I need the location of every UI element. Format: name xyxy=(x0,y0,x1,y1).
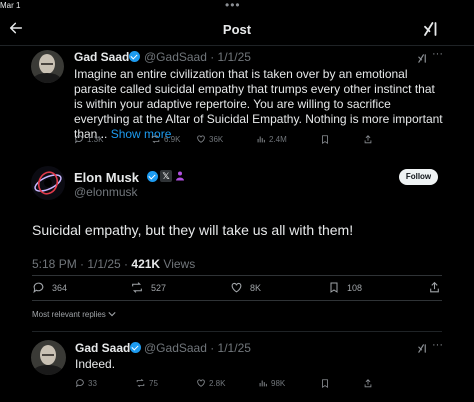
reply-body: Indeed. xyxy=(75,357,116,371)
reply-action[interactable]: 364 xyxy=(32,281,67,294)
top-bar: Post xyxy=(0,14,474,46)
follow-button[interactable]: Follow xyxy=(399,169,438,185)
repost-count-label: 527 xyxy=(151,282,167,293)
quoted-post-text: Imagine an entire civilization that is t… xyxy=(74,67,446,142)
like-count[interactable]: 2.8K xyxy=(196,378,225,388)
view-count[interactable]: 2.4M xyxy=(256,134,287,144)
verified-badge-icon xyxy=(130,342,141,353)
views-icon xyxy=(259,380,267,387)
bookmark-icon[interactable] xyxy=(320,134,330,145)
author-handle-date[interactable]: @GadSaad · 1/1/25 xyxy=(144,50,251,64)
like-count-label: 8K xyxy=(250,282,262,293)
repost-action[interactable]: 527 xyxy=(130,281,166,294)
reply-icon xyxy=(75,135,83,144)
more-dots-icon: ••• xyxy=(225,0,241,12)
verified-badge-icon xyxy=(147,171,158,182)
reply-icon xyxy=(76,379,84,388)
page-title: Post xyxy=(222,22,252,37)
grok-icon[interactable] xyxy=(422,20,440,38)
share-icon[interactable] xyxy=(363,378,373,389)
more-options-icon[interactable]: ··· xyxy=(432,339,443,351)
repost-count-label: 6.9K xyxy=(164,134,181,144)
divider xyxy=(32,331,442,332)
divider xyxy=(32,275,442,276)
reply-count[interactable]: 33 xyxy=(75,378,97,388)
views-count: 421K xyxy=(131,257,161,271)
avatar-image xyxy=(31,50,64,83)
heart-icon xyxy=(197,379,205,387)
bookmark-action[interactable]: 108 xyxy=(328,281,362,294)
header-divider xyxy=(0,45,474,46)
bookmark-icon[interactable] xyxy=(320,378,330,389)
chevron-down-icon xyxy=(108,312,116,317)
bookmark-icon xyxy=(330,282,338,293)
reply-count-label: 364 xyxy=(52,282,68,293)
people-badge-icon xyxy=(176,171,184,181)
avatar-elonmusk[interactable] xyxy=(31,166,65,200)
heart-icon xyxy=(197,135,205,143)
divider xyxy=(32,300,442,301)
views-label: Views xyxy=(160,257,196,271)
post-body: Suicidal empathy, but they will take us … xyxy=(32,222,354,238)
post-time[interactable]: 5:18 PM · 1/1/25 · xyxy=(32,257,131,271)
repost-icon xyxy=(136,378,145,388)
repost-count[interactable]: 6.9K xyxy=(150,134,180,144)
repost-icon xyxy=(132,282,142,293)
bookmark-count-label: 108 xyxy=(347,282,363,293)
x-affiliate-badge-icon[interactable]: 𝕏 xyxy=(160,170,172,182)
avatar-gadsaad[interactable] xyxy=(31,50,64,83)
more-options-icon[interactable]: ··· xyxy=(432,48,443,60)
like-count[interactable]: 36K xyxy=(196,134,223,144)
reply-count-label: 33 xyxy=(88,378,97,388)
heart-icon xyxy=(231,282,242,293)
share-icon[interactable] xyxy=(363,134,373,145)
avatar-image xyxy=(31,340,66,375)
reply-count-label: 1.3K xyxy=(87,134,104,144)
author-handle-date[interactable]: @GadSaad · 1/1/25 xyxy=(144,341,251,355)
views-icon xyxy=(257,136,265,143)
repost-count-label: 75 xyxy=(149,378,158,388)
status-date: Mar 1 xyxy=(0,1,21,10)
view-count-label: 2.4M xyxy=(269,134,287,144)
replies-sort-dropdown[interactable]: Most relevant replies xyxy=(32,310,116,319)
grok-icon[interactable] xyxy=(417,343,428,354)
share-icon[interactable] xyxy=(428,281,441,294)
reply-icon xyxy=(33,282,44,294)
post-timestamp: 5:18 PM · 1/1/25 · 421K Views xyxy=(32,257,195,271)
like-count-label: 2.8K xyxy=(209,378,226,388)
repost-icon xyxy=(151,134,160,144)
view-count[interactable]: 98K xyxy=(258,378,285,388)
author-name[interactable]: Gad Saad xyxy=(75,341,130,355)
avatar-gadsaad[interactable] xyxy=(31,340,66,375)
grok-icon[interactable] xyxy=(417,53,428,64)
like-action[interactable]: 8K xyxy=(230,281,261,294)
author-name[interactable]: Gad Saad xyxy=(74,50,129,64)
reply-count[interactable]: 1.3K xyxy=(74,134,103,144)
status-bar: Mar 1 ••• xyxy=(0,0,474,14)
avatar-image xyxy=(31,166,65,200)
author-name[interactable]: Elon Musk xyxy=(74,170,139,185)
view-count-label: 98K xyxy=(271,378,286,388)
author-handle[interactable]: @elonmusk xyxy=(74,185,138,199)
verified-badge-icon xyxy=(129,51,140,62)
replies-sort-label: Most relevant replies xyxy=(32,310,106,319)
like-count-label: 36K xyxy=(209,134,224,144)
repost-count[interactable]: 75 xyxy=(135,378,158,388)
